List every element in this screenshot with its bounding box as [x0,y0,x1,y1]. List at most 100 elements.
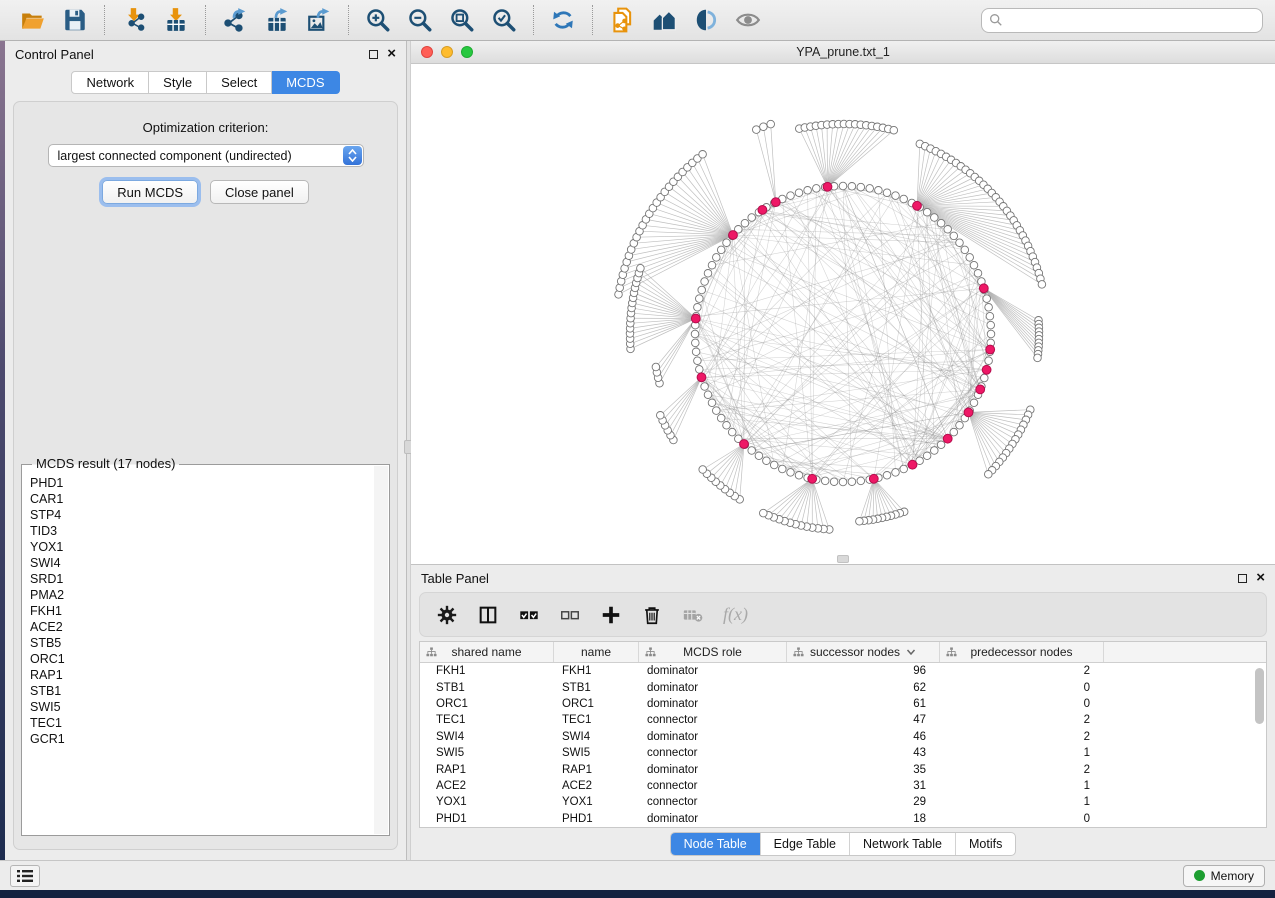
table-row[interactable]: YOX1YOX1connector291 [420,794,1266,810]
export-network-button[interactable] [214,3,256,37]
column-header-shared-name[interactable]: shared name [420,642,554,662]
tab-network[interactable]: Network [71,71,149,94]
close-panel-button[interactable]: Close panel [210,180,309,204]
cell-successor-nodes: 35 [787,764,940,776]
cell-shared-name: ORC1 [420,698,554,710]
mcds-result-item[interactable]: GCR1 [30,731,389,747]
delete-table-button [682,604,704,626]
mcds-result-item[interactable]: SRD1 [30,571,389,587]
mcds-result-item[interactable]: PHD1 [30,475,389,491]
save-button[interactable] [54,3,96,37]
mcds-result-item[interactable]: STB5 [30,635,389,651]
add-column-icon [600,604,622,626]
tab-mcds[interactable]: MCDS [272,71,339,94]
float-panel-icon[interactable] [369,50,378,59]
run-mcds-button[interactable]: Run MCDS [102,180,198,204]
zoom-out-button[interactable] [399,3,441,37]
table-row[interactable]: STB1STB1dominator620 [420,679,1266,695]
clone-network-button[interactable] [601,3,643,37]
mcds-result-item[interactable]: CAR1 [30,491,389,507]
tab-select[interactable]: Select [207,71,272,94]
mcds-result-item[interactable]: YOX1 [30,539,389,555]
table-header-row: shared namenameMCDS rolesuccessor nodesp… [420,642,1266,663]
cell-shared-name: FKH1 [420,665,554,677]
network-graph[interactable] [411,64,1275,564]
mcds-result-item[interactable]: STB1 [30,683,389,699]
memory-button[interactable]: Memory [1183,865,1265,887]
tab-style[interactable]: Style [149,71,207,94]
search-box[interactable] [981,8,1263,33]
mcds-result-item[interactable]: TEC1 [30,715,389,731]
mcds-result-item[interactable]: ACE2 [30,619,389,635]
split-columns-button[interactable] [477,604,499,626]
mcds-result-item[interactable]: PMA2 [30,587,389,603]
open-button[interactable] [12,3,54,37]
network-manager-button[interactable] [643,3,685,37]
table-row[interactable]: FKH1FKH1dominator962 [420,663,1266,679]
mcds-result-item[interactable]: FKH1 [30,603,389,619]
mcds-result-item[interactable]: ORC1 [30,651,389,667]
column-header-MCDS-role[interactable]: MCDS role [639,642,787,662]
optimization-select[interactable]: largest connected component (undirected) [48,144,364,167]
table-body: FKH1FKH1dominator962STB1STB1dominator620… [420,663,1266,827]
table-row[interactable]: RAP1RAP1dominator352 [420,761,1266,777]
settings-button[interactable] [436,604,458,626]
table-row[interactable]: SWI4SWI4dominator462 [420,729,1266,745]
cell-successor-nodes: 61 [787,698,940,710]
close-panel-icon[interactable]: × [387,49,396,59]
table-panel-title: Table Panel [421,571,489,586]
zoom-in-button[interactable] [357,3,399,37]
add-column-button[interactable] [600,604,622,626]
tab-network-table[interactable]: Network Table [849,833,955,855]
mcds-result-item[interactable]: SWI4 [30,555,389,571]
delete-column-button[interactable] [641,604,663,626]
graphics-details-button[interactable] [685,3,727,37]
table-row[interactable]: TEC1TEC1connector472 [420,712,1266,728]
export-image-button[interactable] [298,3,340,37]
cell-shared-name: STB1 [420,682,554,694]
tab-motifs[interactable]: Motifs [955,833,1015,855]
close-table-panel-icon[interactable]: × [1256,573,1265,583]
show-hide-button[interactable] [727,3,769,37]
table-row[interactable]: SWI5SWI5connector431 [420,745,1266,761]
import-table-button[interactable] [155,3,197,37]
table-scrollbar-thumb[interactable] [1255,668,1264,724]
search-input[interactable] [1003,10,1255,30]
import-network-button[interactable] [113,3,155,37]
cell-name: STB1 [554,682,639,694]
list-icon [17,870,33,882]
optimization-label: Optimization criterion: [143,120,269,135]
cell-MCDS-role: connector [639,714,787,726]
canvas-grabber[interactable] [837,555,849,563]
delete-table-icon [682,604,704,626]
mcds-result-item[interactable]: STP4 [30,507,389,523]
network-canvas[interactable] [411,64,1275,564]
table-row[interactable]: ACE2ACE2connector311 [420,778,1266,794]
column-header-successor-nodes[interactable]: successor nodes [787,642,940,662]
zoom-fit-button[interactable] [441,3,483,37]
refresh-button[interactable] [542,3,584,37]
table-row[interactable]: PHD1PHD1dominator180 [420,811,1266,827]
select-all-button[interactable] [518,604,540,626]
deselect-all-button[interactable] [559,604,581,626]
float-table-panel-icon[interactable] [1238,574,1247,583]
table-tabs-bar: Node TableEdge TableNetwork TableMotifs [411,828,1275,861]
mcds-result-item[interactable]: TID3 [30,523,389,539]
export-table-button[interactable] [256,3,298,37]
table-row[interactable]: ORC1ORC1dominator610 [420,696,1266,712]
mcds-result-item[interactable]: SWI5 [30,699,389,715]
toolbar-separator [348,5,349,35]
zoom-selected-button[interactable] [483,3,525,37]
mcds-result-item[interactable]: RAP1 [30,667,389,683]
cell-shared-name: YOX1 [420,796,554,808]
cell-MCDS-role: dominator [639,764,787,776]
task-history-button[interactable] [10,865,40,887]
tab-edge-table[interactable]: Edge Table [760,833,849,855]
cell-predecessor-nodes: 2 [940,731,1104,743]
cell-name: YOX1 [554,796,639,808]
column-header-name[interactable]: name [554,642,639,662]
mcds-result-scrollbar[interactable] [374,466,388,834]
tab-node-table[interactable]: Node Table [671,833,760,855]
column-header-predecessor-nodes[interactable]: predecessor nodes [940,642,1104,662]
function-builder-button: f(x) [723,604,748,625]
